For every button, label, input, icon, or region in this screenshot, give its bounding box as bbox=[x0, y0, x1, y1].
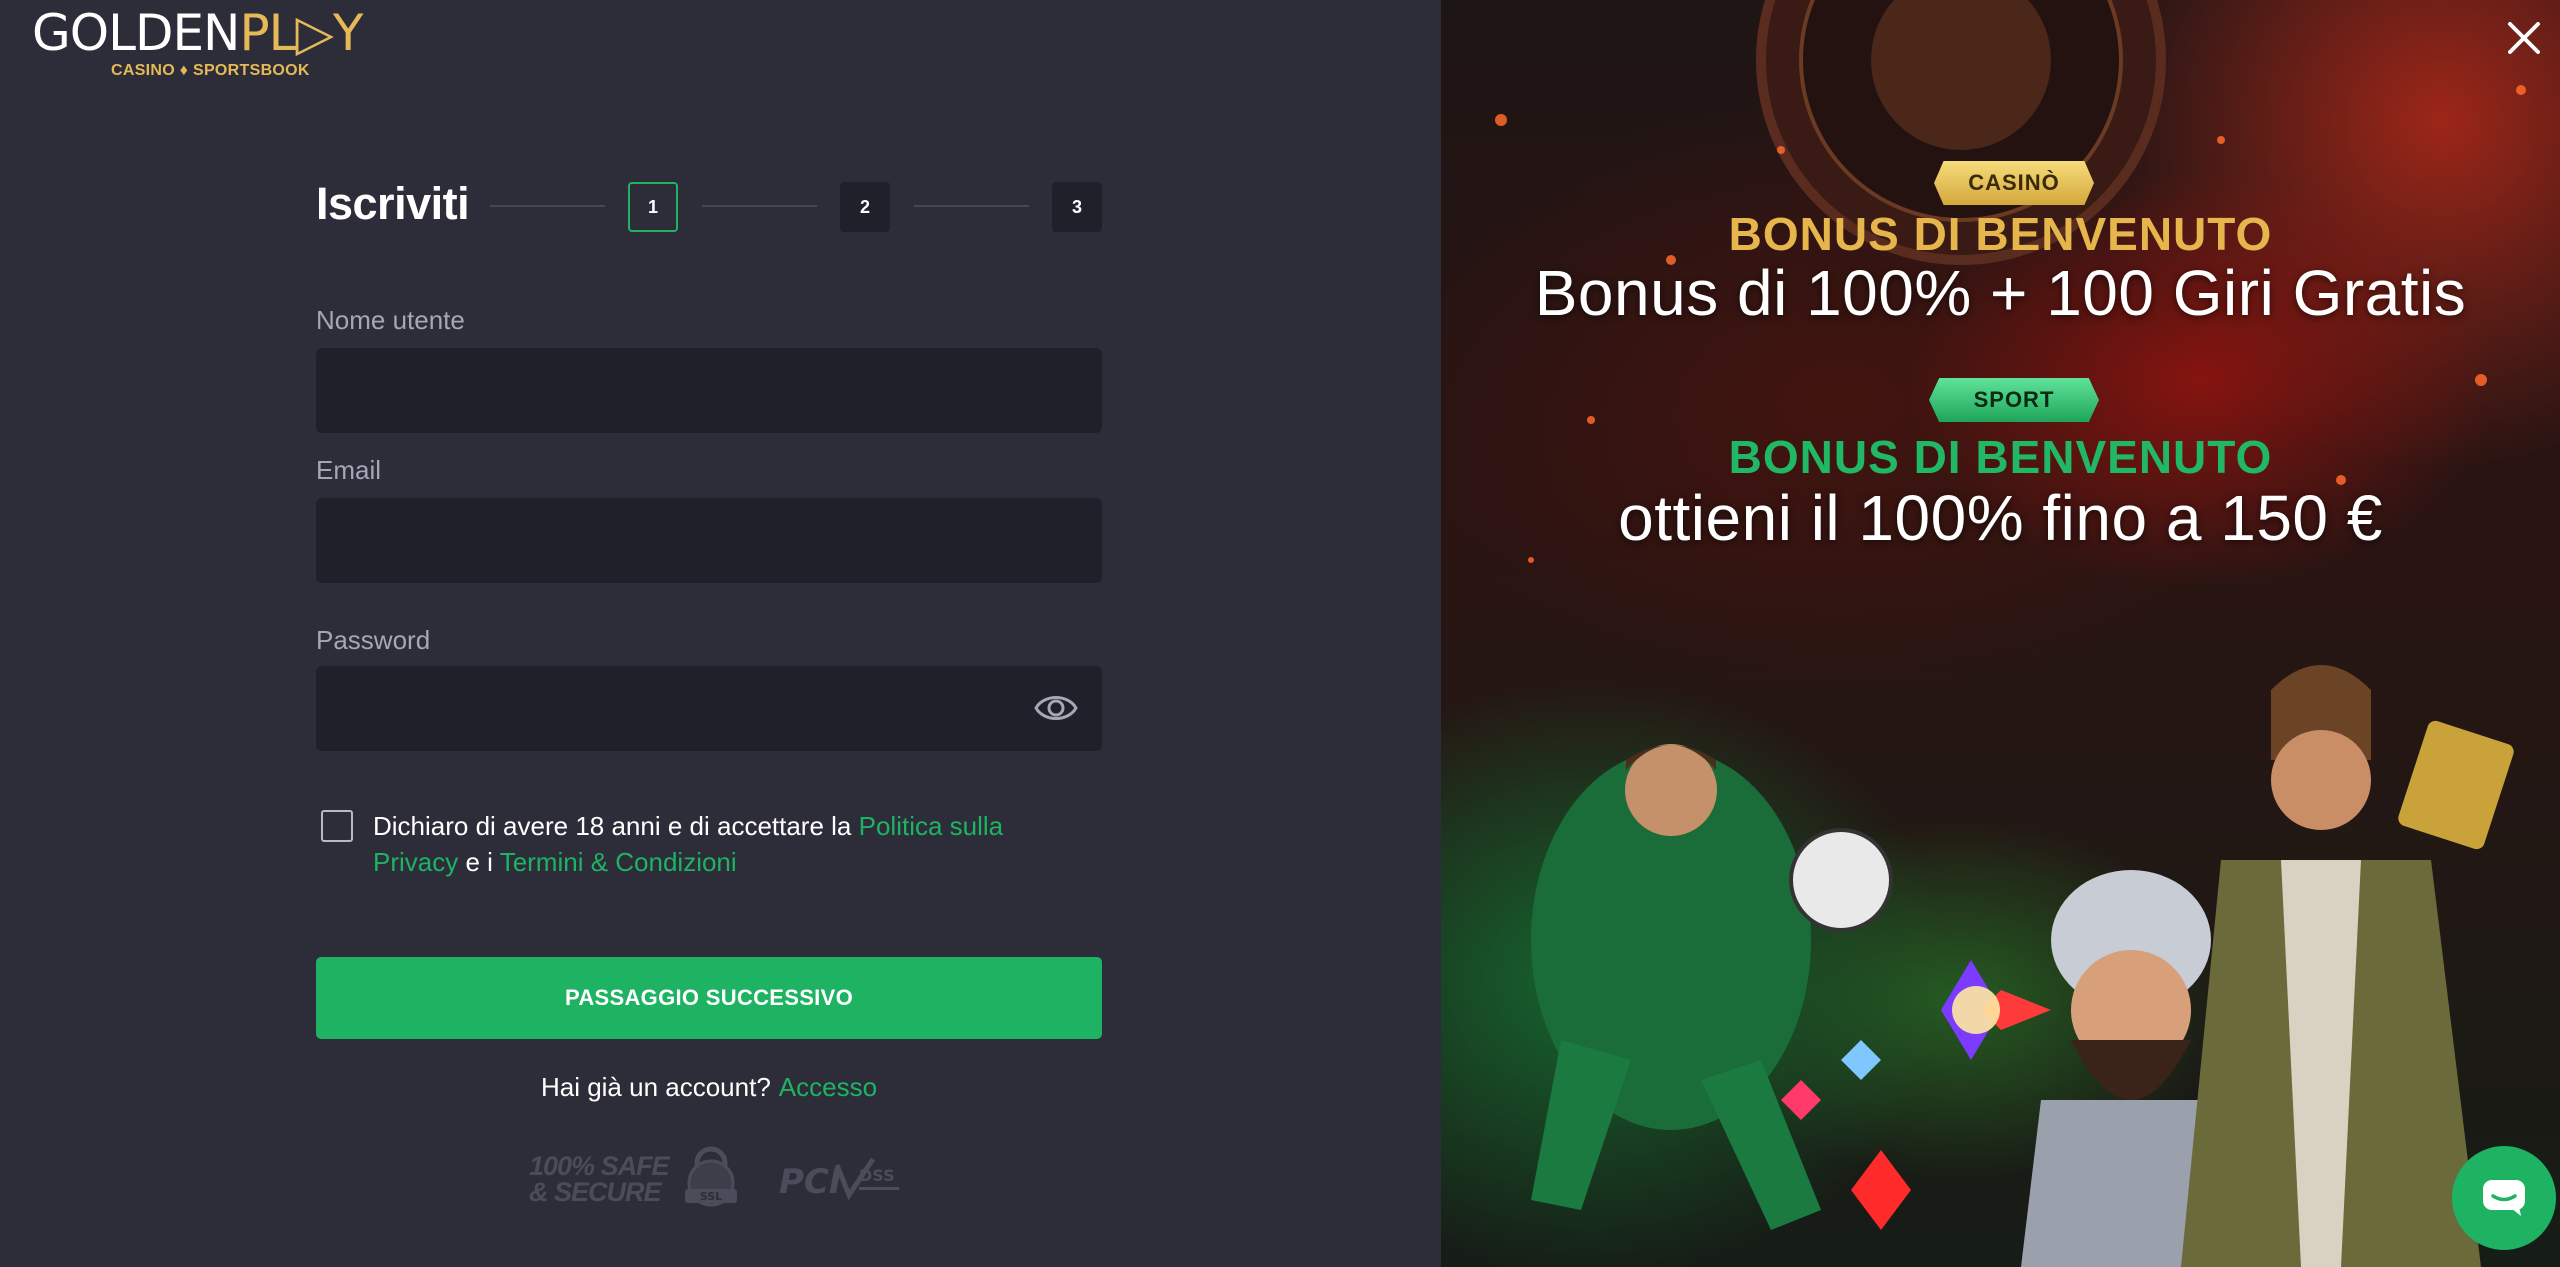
password-input[interactable] bbox=[316, 666, 1102, 751]
login-link[interactable]: Accesso bbox=[779, 1072, 877, 1102]
logo[interactable]: GOLDENPL▷Y CASINO ♦ SPORTSBOOK bbox=[32, 6, 402, 80]
password-field bbox=[316, 666, 1102, 751]
next-step-button[interactable]: PASSAGGIO SUCCESSIVO bbox=[316, 957, 1102, 1039]
step-2: 2 bbox=[840, 182, 890, 232]
username-label: Nome utente bbox=[316, 305, 465, 335]
safe-badge-line2: & SECURE bbox=[529, 1177, 662, 1207]
eye-icon[interactable] bbox=[1034, 690, 1078, 726]
safe-badge-line1: 100% SAFE bbox=[529, 1151, 670, 1181]
sport-tag: SPORT bbox=[1929, 378, 2099, 422]
signup-panel: GOLDENPL▷Y CASINO ♦ SPORTSBOOK Iscriviti… bbox=[0, 0, 1441, 1267]
age-terms-checkbox[interactable] bbox=[321, 810, 353, 842]
logo-wordmark: GOLDENPL▷Y bbox=[32, 6, 402, 60]
email-label: Email bbox=[316, 455, 382, 485]
logo-part-y: Y bbox=[332, 4, 364, 62]
casino-tag: CASINÒ bbox=[1934, 161, 2094, 205]
step-connector bbox=[914, 205, 1029, 207]
chat-button[interactable] bbox=[2452, 1146, 2556, 1250]
casino-bonus-kicker: BONUS DI BENVENUTO bbox=[1728, 208, 2273, 260]
login-prompt-row: Hai già un account? Accesso bbox=[316, 1072, 1102, 1103]
promo-panel: CASINÒ BONUS DI BENVENUTO Bonus di 100% … bbox=[1441, 0, 2560, 1267]
terms-text: Dichiaro di avere 18 anni e di accettare… bbox=[373, 808, 1093, 880]
close-icon[interactable] bbox=[2504, 18, 2544, 58]
pci-dss-badge: PCI DSS bbox=[779, 1157, 899, 1202]
pci-text: PCI bbox=[779, 1162, 842, 1202]
footballer-character-image bbox=[1531, 744, 1893, 1230]
terms-text-middle: e i bbox=[458, 847, 500, 877]
step-connector bbox=[490, 205, 605, 207]
signup-form: Iscriviti 1 2 3 Nome utente Email Passwo… bbox=[316, 170, 1102, 1207]
step-3: 3 bbox=[1052, 182, 1102, 232]
signup-header: Iscriviti 1 2 3 bbox=[316, 170, 1102, 242]
login-prompt: Hai già un account? bbox=[540, 1072, 771, 1102]
sport-bonus-headline: ottieni il 100% fino a 150 € bbox=[1618, 482, 2383, 554]
dss-text: DSS bbox=[859, 1166, 895, 1185]
username-input[interactable] bbox=[316, 348, 1102, 433]
logo-part-golden: GOLDEN bbox=[32, 4, 240, 62]
page-title: Iscriviti bbox=[316, 178, 470, 229]
password-label: Password bbox=[316, 625, 431, 655]
ssl-text: SSL bbox=[700, 1190, 722, 1203]
email-input[interactable] bbox=[316, 498, 1102, 583]
sport-bonus-kicker: BONUS DI BENVENUTO bbox=[1728, 431, 2273, 483]
gems-image bbox=[1781, 960, 2051, 1230]
logo-tagline: CASINO ♦ SPORTSBOOK bbox=[111, 62, 310, 79]
terms-conditions-link[interactable]: Termini & Condizioni bbox=[500, 847, 737, 877]
step-1: 1 bbox=[628, 182, 678, 232]
step-connector bbox=[702, 205, 817, 207]
logo-part-play: PL bbox=[239, 4, 296, 62]
safe-secure-badge: 100% SAFE & SECURE bbox=[529, 1151, 670, 1207]
logo-play-triangle: ▷ bbox=[295, 4, 333, 62]
terms-text-before: Dichiaro di avere 18 anni e di accettare… bbox=[373, 811, 859, 841]
chat-icon bbox=[2483, 1180, 2525, 1216]
ssl-lock-icon: SSL bbox=[685, 1146, 737, 1207]
trust-badges: 100% SAFE & SECURE SSL PCI DSS bbox=[529, 1145, 899, 1215]
casino-bonus-headline: Bonus di 100% + 100 Giri Gratis bbox=[1534, 257, 2467, 329]
